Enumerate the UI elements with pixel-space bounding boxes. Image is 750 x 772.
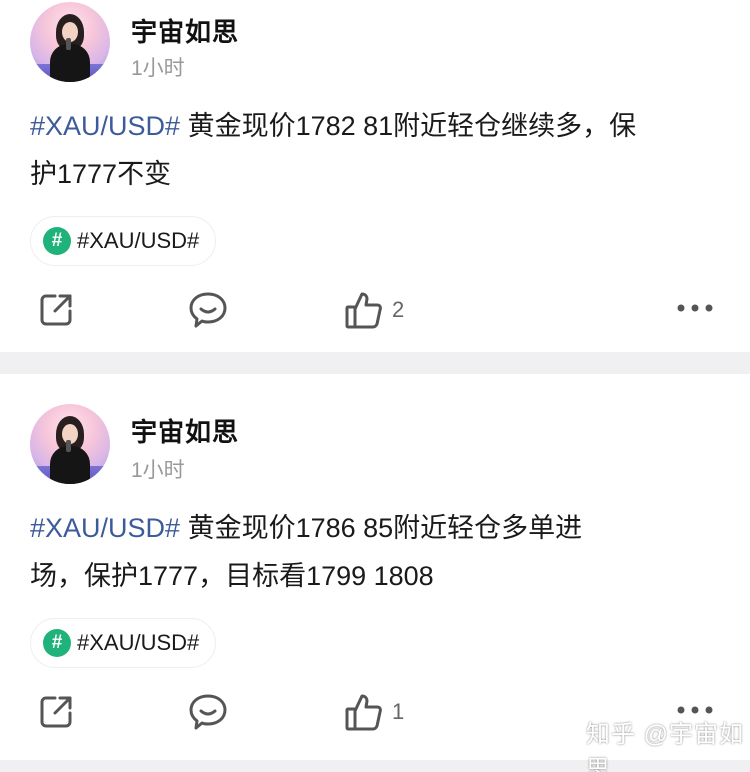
more-button[interactable] [676, 302, 714, 314]
post-content[interactable]: #XAU/USD# 黄金现价1782 81附近轻仓继续多，保 护1777不变 [30, 102, 730, 198]
post-divider [0, 352, 750, 374]
hashtag-link[interactable]: #XAU/USD# [30, 111, 180, 141]
more-icon [677, 304, 713, 312]
hashtag-link[interactable]: #XAU/USD# [30, 513, 180, 543]
topic-hash-icon: # [43, 227, 71, 255]
share-icon [40, 294, 72, 326]
content-text: 场，保护1777，目标看1799 1808 [30, 561, 434, 591]
content-text: 黄金现价1786 85附近轻仓多单进 [180, 513, 583, 543]
like-count: 2 [392, 297, 405, 322]
avatar[interactable] [30, 404, 110, 484]
share-button[interactable] [38, 292, 74, 328]
post-card: 宇宙如思 1小时 #XAU/USD# 黄金现价1782 81附近轻仓继续多，保 … [0, 0, 750, 352]
post-card: 宇宙如思 1小时 #XAU/USD# 黄金现价1786 85附近轻仓多单进 场，… [0, 374, 750, 768]
share-button[interactable] [38, 694, 74, 730]
comment-icon [189, 694, 227, 730]
author-name[interactable]: 宇宙如思 [131, 412, 239, 449]
post-time: 1小时 [131, 57, 185, 80]
topic-hash-icon: # [43, 629, 71, 657]
like-button[interactable]: 1 [344, 692, 404, 732]
watermark: 知乎 @宇宙如思 [586, 721, 745, 772]
topic-label: #XAU/USD# [77, 630, 200, 655]
thumbs-up-icon [345, 694, 382, 731]
topic-chip[interactable]: # #XAU/USD# [30, 216, 217, 266]
comment-button[interactable] [188, 291, 228, 329]
author-name[interactable]: 宇宙如思 [131, 12, 239, 49]
content-text: 护1777不变 [30, 159, 172, 189]
avatar[interactable] [30, 2, 110, 82]
comment-button[interactable] [188, 693, 228, 731]
thumbs-up-icon [345, 292, 382, 329]
post-content[interactable]: #XAU/USD# 黄金现价1786 85附近轻仓多单进 场，保护1777，目标… [30, 504, 730, 600]
content-text: 黄金现价1782 81附近轻仓继续多，保 [180, 111, 637, 141]
like-count: 1 [392, 699, 405, 724]
share-icon [40, 696, 72, 728]
topic-chip[interactable]: # #XAU/USD# [30, 618, 217, 668]
post-time: 1小时 [131, 459, 185, 482]
topic-label: #XAU/USD# [77, 228, 200, 253]
comment-icon [189, 292, 227, 328]
like-button[interactable]: 2 [344, 290, 404, 330]
